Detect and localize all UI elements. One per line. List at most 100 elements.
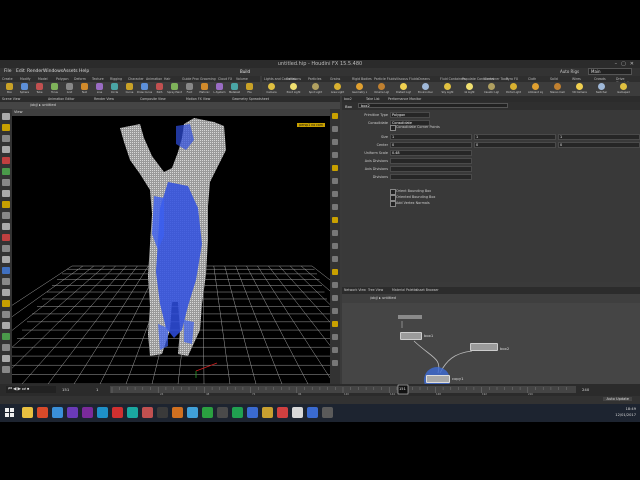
display-option-icon[interactable]	[332, 113, 338, 119]
end-frame-field[interactable]: 240	[582, 387, 589, 392]
shelf-tab[interactable]: Pyro FX	[506, 77, 518, 81]
shelf-tool[interactable]: Point Light	[287, 83, 300, 96]
shelf-tab[interactable]: Cloud FX	[218, 77, 232, 81]
tool-icon[interactable]	[2, 300, 10, 307]
shelf-tool[interactable]: Sphere	[19, 83, 30, 96]
shelf-tool[interactable]: Null	[79, 83, 90, 96]
tool-icon[interactable]	[2, 212, 10, 219]
display-option-icon[interactable]	[332, 126, 338, 132]
steam-icon[interactable]	[187, 407, 198, 418]
window-controls[interactable]: –▢✕	[615, 61, 638, 67]
tool-icon[interactable]	[2, 256, 10, 263]
tool-icon[interactable]	[2, 355, 10, 362]
pane-tab[interactable]: Scene View	[2, 97, 20, 101]
param-field[interactable]: 1	[474, 134, 556, 140]
shelf-tab[interactable]: Particles	[308, 77, 321, 81]
unity-icon[interactable]	[127, 407, 138, 418]
tool-icon[interactable]	[2, 124, 10, 131]
tool-icon[interactable]	[2, 223, 10, 230]
shelf-tool[interactable]: Torus	[49, 83, 60, 96]
shelf-tool[interactable]: Camera	[266, 83, 277, 96]
shelf-tool[interactable]: Stereo Camera	[550, 83, 565, 96]
shelf-tool[interactable]: GI Light	[464, 83, 475, 96]
illustrator-icon[interactable]	[112, 407, 123, 418]
obs-icon[interactable]	[322, 407, 333, 418]
param-field[interactable]: 0.48	[390, 150, 472, 156]
vlc-icon[interactable]	[172, 407, 183, 418]
shelf-tool[interactable]: Platonic	[199, 83, 210, 96]
node-name-field[interactable]: box2	[358, 103, 508, 108]
shelf-tab[interactable]: Model	[38, 77, 48, 81]
spotify-icon[interactable]	[217, 407, 228, 418]
tool-icon[interactable]	[2, 333, 10, 340]
shelf-tool[interactable]: Geometry Light	[352, 83, 367, 96]
display-option-icon[interactable]	[332, 308, 338, 314]
tool-icon[interactable]	[2, 135, 10, 142]
word-icon[interactable]	[247, 407, 258, 418]
file-explorer-icon[interactable]	[22, 407, 33, 418]
shelf-tool[interactable]: Spray Paint	[167, 83, 182, 96]
houdini-icon[interactable]	[157, 407, 168, 418]
shelf-tab[interactable]: Deform	[74, 77, 86, 81]
shelf-tool[interactable]: Sky Light	[442, 83, 453, 96]
menu-windows[interactable]: Windows	[43, 69, 63, 74]
shelf-tool[interactable]: Distant Light	[396, 83, 411, 96]
tool-icon[interactable]	[2, 311, 10, 318]
maya-icon[interactable]	[52, 407, 63, 418]
param-menu[interactable]: Polygon	[390, 112, 430, 118]
tool-icon[interactable]	[2, 267, 10, 274]
menu-assets[interactable]: Assets	[63, 69, 78, 74]
tool-icon[interactable]	[2, 146, 10, 153]
network-top-node[interactable]	[398, 315, 422, 319]
excel-icon[interactable]	[232, 407, 243, 418]
pane-tab[interactable]: Composite View	[140, 97, 166, 101]
shelf-tab[interactable]: Cloth	[528, 77, 536, 81]
camera-menu[interactable]: persp1 no cam	[297, 123, 325, 127]
shelf-tab[interactable]: Guide Proc	[182, 77, 199, 81]
desktop-select[interactable]: Main	[588, 68, 632, 75]
param-field[interactable]	[390, 158, 472, 164]
premiere-icon[interactable]	[67, 407, 78, 418]
auto-update-menu[interactable]: Auto Update	[603, 397, 632, 401]
pane-tab[interactable]: Performance Monitor	[388, 97, 421, 101]
display-option-icon[interactable]	[332, 243, 338, 249]
display-option-icon[interactable]	[332, 165, 338, 171]
after-effects-icon[interactable]	[82, 407, 93, 418]
shelf-tool[interactable]: Circle	[109, 83, 120, 96]
shelf-tool[interactable]: Area Light	[331, 83, 344, 96]
display-option-icon[interactable]	[332, 334, 338, 340]
node-box2[interactable]	[470, 343, 498, 351]
play-controls-icon[interactable]: ⏮◀▶⏭⏹	[8, 386, 30, 392]
shelf-tool[interactable]: Box	[4, 83, 15, 96]
photoshop-icon[interactable]	[97, 407, 108, 418]
tool-icon[interactable]	[2, 168, 10, 175]
param-field[interactable]	[390, 174, 472, 180]
shelf-tab[interactable]: Rigging	[110, 77, 122, 81]
shelf-tab[interactable]: Solid	[550, 77, 558, 81]
notepad-icon[interactable]	[202, 407, 213, 418]
shelf-tab[interactable]: Character	[128, 77, 144, 81]
shelf-tab[interactable]: Grooming	[200, 77, 216, 81]
pane-tab[interactable]: Motion FX View	[186, 97, 210, 101]
menu-render[interactable]: Render	[27, 69, 43, 74]
shelf-tool[interactable]: File	[244, 83, 255, 96]
display-option-icon[interactable]	[332, 178, 338, 184]
powerpoint-icon[interactable]	[277, 407, 288, 418]
tool-icon[interactable]	[2, 278, 10, 285]
display-option-icon[interactable]	[332, 360, 338, 366]
node-copy1[interactable]	[426, 375, 450, 383]
param-field[interactable]: 1	[558, 134, 640, 140]
shelf-tool[interactable]: Gamepad	[617, 83, 630, 96]
shelf-tab[interactable]: Particle Fluids	[374, 77, 396, 81]
menu-file[interactable]: File	[4, 69, 12, 74]
windows-start-icon[interactable]	[4, 407, 15, 418]
pane-tab[interactable]: Render View	[94, 97, 114, 101]
pane-tab[interactable]: Geometry Spreadsheet	[232, 97, 269, 101]
shelf-tool[interactable]: Path	[154, 83, 165, 96]
tool-icon[interactable]	[2, 366, 10, 373]
shelf-tab[interactable]: Volume	[236, 77, 248, 81]
chrome-icon[interactable]	[37, 407, 48, 418]
tool-icon[interactable]	[2, 322, 10, 329]
pane-tab[interactable]: Animation Editor	[48, 97, 75, 101]
display-option-icon[interactable]	[332, 256, 338, 262]
